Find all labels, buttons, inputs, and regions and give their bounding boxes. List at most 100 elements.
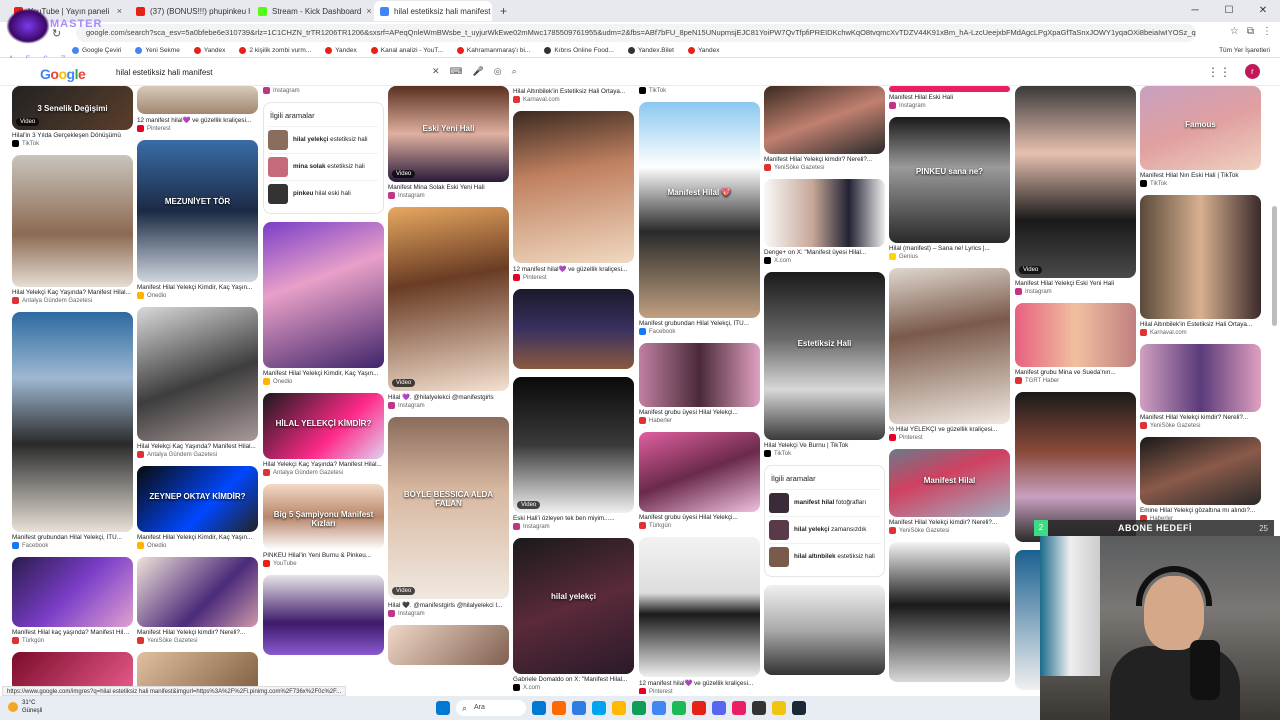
taskbar-app-icon[interactable] xyxy=(612,701,626,715)
image-result-card[interactable]: Manifest grubu Mina ve Sueda'nın... TGRT … xyxy=(1015,303,1136,384)
image-result-card[interactable]: Video Hilal 💜. @hilalyelekci @manifestgir… xyxy=(388,207,509,409)
image-result-card[interactable]: Manifest Hilal Yelekçi kimdir? Nereli?..… xyxy=(1140,344,1261,429)
taskbar-app-icon[interactable] xyxy=(592,701,606,715)
image-result-card[interactable]: Manifest Hilal Eski Hali Instagram xyxy=(889,86,1010,109)
result-caption[interactable]: PINKEU Hilal'in Yeni Burnu & Pinkeu... xyxy=(263,552,384,559)
browser-tab[interactable]: Stream - Kick Dashboard × xyxy=(252,1,372,21)
image-result-card[interactable] xyxy=(889,542,1010,682)
bookmark-item[interactable]: Google Çeviri xyxy=(72,47,121,54)
keyboard-icon[interactable]: ⌨ xyxy=(450,66,463,77)
result-thumbnail[interactable] xyxy=(388,625,509,665)
taskbar-app-icon[interactable] xyxy=(552,701,566,715)
result-thumbnail[interactable] xyxy=(889,86,1010,92)
result-thumbnail[interactable] xyxy=(12,557,133,627)
scrollbar-thumb[interactable] xyxy=(1272,206,1277,326)
result-caption[interactable]: Manifest grubundan Hilal Yelekçi, İTÜ... xyxy=(639,320,760,327)
bookmark-item[interactable]: Kahramanmaraş'ı bi... xyxy=(456,47,530,54)
image-result-card[interactable]: Hilal Yelekçi Kaç Yaşında? Manifest Hila… xyxy=(12,155,133,304)
result-thumbnail[interactable]: PINKEU sana ne? xyxy=(889,117,1010,243)
weather-widget[interactable]: 31°C Güneşli xyxy=(8,699,42,715)
result-thumbnail[interactable]: Estetiksiz Hali xyxy=(764,272,885,440)
reload-icon[interactable]: ↻ xyxy=(52,27,61,40)
result-caption[interactable]: Manifest grubu üyesi Hilal Yelekçi... xyxy=(639,409,760,416)
result-thumbnail[interactable] xyxy=(1140,344,1261,412)
result-caption[interactable]: Hilal 💜. @hilalyelekci @manifestgirls xyxy=(388,393,509,401)
bookmark-item[interactable]: Kanal analizi - YouT... xyxy=(370,47,443,54)
image-result-card[interactable]: hilal yelekçi Gabriele Domaldo on X: "Man… xyxy=(513,538,634,691)
result-thumbnail[interactable]: BÖYLE BESSICA ALDA FALAN Video xyxy=(388,417,509,599)
image-result-card[interactable] xyxy=(263,575,384,655)
image-result-card[interactable]: Hilal Altınbilek'in Estetiksiz Hali Orta… xyxy=(513,88,634,103)
result-thumbnail[interactable]: Video xyxy=(1015,86,1136,278)
image-result-card[interactable] xyxy=(513,289,634,369)
google-logo[interactable]: Google xyxy=(40,66,86,82)
result-caption[interactable]: Manifest grubu üyesi Hilal Yelekçi... xyxy=(639,514,760,521)
image-result-card[interactable]: Manifest Hilal Yelekçi kimdir? Nereli?..… xyxy=(764,86,885,171)
result-thumbnail[interactable] xyxy=(639,343,760,407)
image-result-card[interactable]: Manifest Hilal Yelekçi kimdir? Nereli?..… xyxy=(137,557,258,644)
result-caption[interactable]: Manifest Hilal Yelekçi kimdir? Nereli?..… xyxy=(764,156,885,163)
lens-icon[interactable]: ◎ xyxy=(494,66,502,77)
result-caption[interactable]: Manifest Hilal Yelekçi kimdir? Nereli?..… xyxy=(1140,414,1261,421)
image-result-card[interactable]: 12 manifest hilal💜 ve güzellik kraliçesi… xyxy=(137,86,258,132)
result-caption[interactable]: Manifest grubundan Hilal Yelekçi, İTÜ... xyxy=(12,534,133,541)
image-result-card[interactable]: ZEYNEP OKTAY KİMDİR? Manifest Hilal Yelek… xyxy=(137,466,258,549)
result-thumbnail[interactable]: Big 5 Şampiyonu Manifest Kızları xyxy=(263,484,384,550)
image-result-card[interactable]: 12 manifest hilal💜 ve güzellik kraliçesi… xyxy=(639,537,760,694)
result-thumbnail[interactable] xyxy=(889,542,1010,682)
result-thumbnail[interactable]: Video xyxy=(388,207,509,391)
result-thumbnail[interactable] xyxy=(639,537,760,677)
taskbar-app-icon[interactable] xyxy=(532,701,546,715)
image-result-card[interactable]: Video Eski Hali'i özleyen tek ben miyim..… xyxy=(513,377,634,530)
related-search-item[interactable]: hilal yelekçi zamansızdık xyxy=(769,516,880,543)
image-result-card[interactable]: Hilal Altınbilek'in Estetiksiz Hali Orta… xyxy=(1140,195,1261,336)
search-icon[interactable]: ⌕ xyxy=(512,66,517,77)
result-caption[interactable]: Hilal Yelekçi Kaç Yaşında? Manifest Hila… xyxy=(137,443,258,450)
result-thumbnail[interactable]: MEZUNİYET TÖR xyxy=(137,140,258,282)
extensions-icon[interactable]: ⧉ xyxy=(1247,26,1254,37)
result-caption[interactable]: Manifest Hilal Yelekçi Kimdir, Kaç Yaşın… xyxy=(137,284,258,291)
image-result-card[interactable]: Manifest grubundan Hilal Yelekçi, İTÜ...… xyxy=(12,312,133,549)
result-thumbnail[interactable]: hilal yelekçi xyxy=(513,538,634,674)
result-caption[interactable]: Manifest Hilal Nın Eski Hali | TikTok xyxy=(1140,172,1261,179)
taskbar-search[interactable]: Ara xyxy=(456,700,526,716)
result-thumbnail[interactable] xyxy=(137,557,258,627)
taskbar-app-icon[interactable] xyxy=(572,701,586,715)
taskbar-app-icon[interactable] xyxy=(792,701,806,715)
result-caption[interactable]: Hilal (manifest) – Sana ne! Lyrics |... xyxy=(889,245,1010,252)
image-result-card[interactable]: Manifest Hilal 💖 Manifest grubundan Hilal… xyxy=(639,102,760,335)
taskbar-app-icon[interactable] xyxy=(752,701,766,715)
result-thumbnail[interactable] xyxy=(1140,195,1261,319)
close-window-icon[interactable]: ✕ xyxy=(1246,0,1280,22)
result-caption[interactable]: Hilal 🖤. @manifestgirls @hilalyelekci I.… xyxy=(388,601,509,609)
result-thumbnail[interactable] xyxy=(137,86,258,114)
related-search-item[interactable]: pinkeu hilal eski hali xyxy=(268,180,379,207)
taskbar-app-icon[interactable] xyxy=(732,701,746,715)
result-caption[interactable]: Hilal Yelekçi Kaç Yaşında? Manifest Hila… xyxy=(263,461,384,468)
browser-tab[interactable]: hilal estetiksiz hali manifest - G× xyxy=(374,1,492,21)
bookmark-star-icon[interactable]: ☆ xyxy=(1230,26,1239,37)
bookmark-item[interactable]: Yandex.Bilet xyxy=(627,47,674,54)
related-search-item[interactable]: mina solak estetiksiz hali xyxy=(268,153,379,180)
result-caption[interactable]: Hilal Altınbilek'in Estetiksiz Hali Orta… xyxy=(1140,321,1261,328)
result-thumbnail[interactable] xyxy=(263,222,384,368)
result-caption[interactable]: Manifest Hilal Yelekçi Kimdir, Kaç Yaşın… xyxy=(263,370,384,377)
maximize-icon[interactable]: ☐ xyxy=(1212,0,1246,22)
bookmark-item[interactable]: Yandex xyxy=(325,47,357,54)
result-thumbnail[interactable]: Video xyxy=(513,377,634,513)
bookmark-item[interactable]: Yeni Sekme xyxy=(135,47,180,54)
result-caption[interactable]: 12 manifest hilal💜 ve güzellik kraliçesi… xyxy=(513,265,634,273)
result-thumbnail[interactable]: Eski Yeni Hali Video xyxy=(388,86,509,182)
result-caption[interactable]: Manifest Hilal Eski Hali xyxy=(889,94,1010,101)
result-thumbnail[interactable] xyxy=(1015,303,1136,367)
result-thumbnail[interactable] xyxy=(764,86,885,154)
image-result-card[interactable]: HİLAL YELEKÇİ KİMDİR? Hilal Yelekçi Kaç Y… xyxy=(263,393,384,476)
mic-icon[interactable]: 🎤 xyxy=(473,66,484,77)
result-caption[interactable]: Hilal Yelekçi Ve Burnu | TikTok xyxy=(764,442,885,449)
result-thumbnail[interactable] xyxy=(263,575,384,655)
image-result-card[interactable]: ½ Hilal YELEKÇİ ve güzellik kraliçesi...… xyxy=(889,268,1010,441)
result-thumbnail[interactable]: Famous xyxy=(1140,86,1261,170)
result-caption[interactable]: Manifest Hilal Yelekçi kimdir? Nereli?..… xyxy=(137,629,258,636)
image-result-card[interactable]: Emine Hilal Yelekçi gözaltına mı alındı?… xyxy=(1140,437,1261,522)
image-result-card[interactable]: BÖYLE BESSICA ALDA FALAN Video Hilal 🖤. @m… xyxy=(388,417,509,617)
